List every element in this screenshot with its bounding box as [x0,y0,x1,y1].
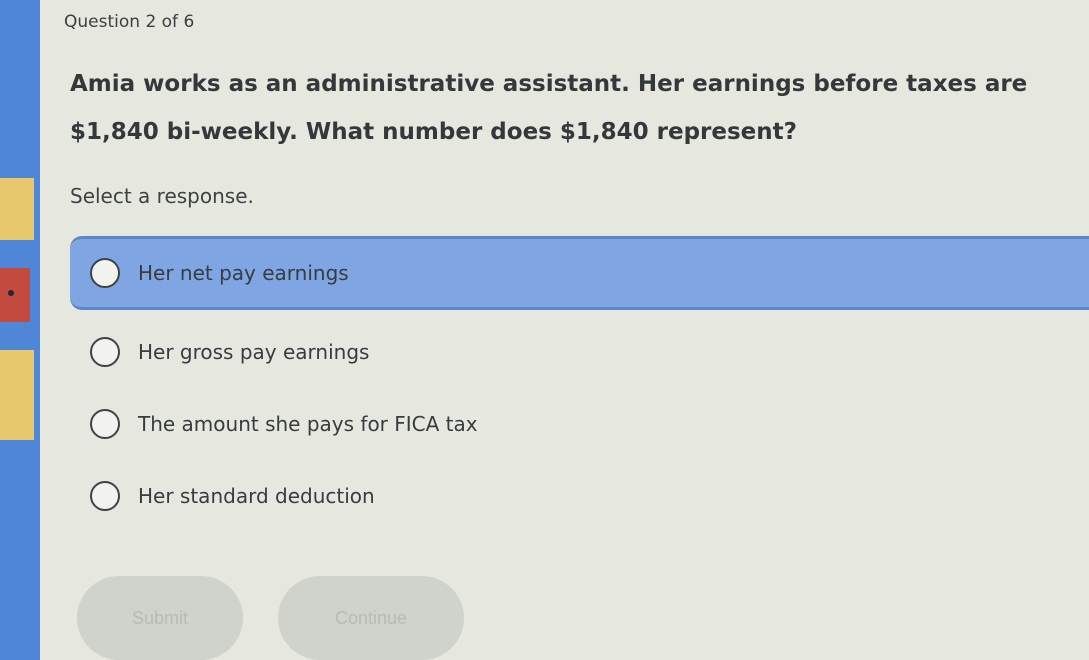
question-line: $1,840 bi-weekly. What number does $1,84… [70,119,797,145]
option-fica-tax[interactable]: The amount she pays for FICA tax [70,396,478,452]
left-rail [0,0,40,660]
option-label: Her gross pay earnings [138,340,370,364]
question-text: Amia works as an administrative assistan… [70,60,1070,156]
radio-button[interactable] [90,337,120,367]
response-prompt: Select a response. [70,184,254,208]
question-panel: Question 2 of 6 Amia works as an adminis… [40,0,1089,660]
radio-button[interactable] [90,409,120,439]
option-label: Her net pay earnings [138,261,349,285]
option-label: The amount she pays for FICA tax [138,412,478,436]
rail-marker [0,350,34,440]
rail-marker [0,178,34,240]
rail-dot [8,290,14,296]
radio-button[interactable] [90,481,120,511]
radio-button[interactable] [90,258,120,288]
option-label: Her standard deduction [138,484,375,508]
continue-button[interactable]: Continue [278,576,464,660]
rail-marker [0,268,30,322]
option-net-pay[interactable]: Her net pay earnings [70,236,1089,310]
option-standard-deduction[interactable]: Her standard deduction [70,468,375,524]
question-line: Amia works as an administrative assistan… [70,71,1028,97]
option-gross-pay[interactable]: Her gross pay earnings [70,324,369,380]
submit-button[interactable]: Submit [77,576,243,660]
question-counter: Question 2 of 6 [64,12,195,32]
